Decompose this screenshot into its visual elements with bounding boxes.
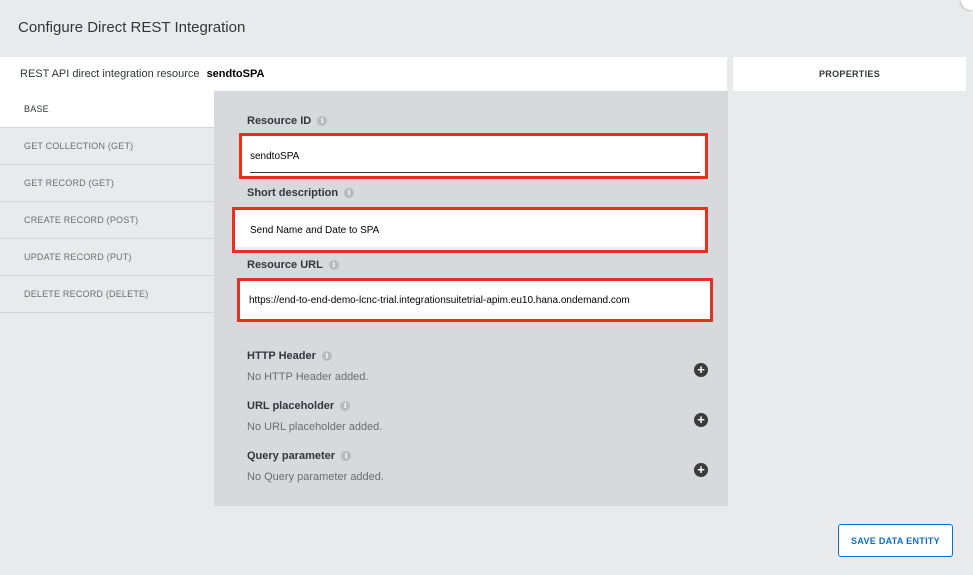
- info-icon[interactable]: i: [340, 401, 351, 411]
- short-description-value: Send Name and Date to SPA: [250, 224, 380, 236]
- dialog-title: Configure Direct REST Integration: [18, 19, 246, 36]
- properties-pane: [733, 91, 966, 506]
- info-icon[interactable]: i: [317, 116, 328, 126]
- close-dialog-corner[interactable]: [961, 0, 973, 10]
- short-description-label-text: Short description: [247, 187, 339, 199]
- resource-bar-value: sendtoSPA: [206, 68, 265, 80]
- short-description-label: Short description i: [247, 187, 355, 199]
- plus-circle-icon[interactable]: +: [694, 363, 708, 377]
- resource-id-value: sendtoSPA: [250, 150, 300, 162]
- http-header-empty: No HTTP Header added.: [247, 371, 369, 383]
- sidebar-item-create-record[interactable]: CREATE RECORD (POST): [0, 202, 214, 239]
- query-parameter-title-text: Query parameter: [247, 450, 336, 462]
- resource-url-input[interactable]: https://end-to-end-demo-lcnc-trial.integ…: [237, 278, 713, 322]
- sidebar-item-get-collection[interactable]: GET COLLECTION (GET): [0, 128, 214, 165]
- resource-bar: REST API direct integration resource sen…: [0, 57, 727, 91]
- resource-bar-label: REST API direct integration resource: [20, 68, 200, 80]
- resource-url-label-text: Resource URL: [247, 259, 323, 271]
- info-icon[interactable]: i: [341, 451, 352, 461]
- resource-id-label: Resource ID i: [247, 115, 328, 127]
- sidebar-item-delete-record[interactable]: DELETE RECORD (DELETE): [0, 276, 214, 313]
- http-header-title: HTTP Header i: [247, 350, 717, 362]
- query-parameter-section: Query parameter i No Query parameter add…: [247, 450, 717, 483]
- plus-circle-icon[interactable]: +: [694, 413, 708, 427]
- plus-circle-icon[interactable]: +: [694, 463, 708, 477]
- sidebar-item-get-record[interactable]: GET RECORD (GET): [0, 165, 214, 202]
- info-icon[interactable]: i: [344, 188, 355, 198]
- http-header-section: HTTP Header i No HTTP Header added. +: [247, 350, 717, 383]
- query-parameter-empty: No Query parameter added.: [247, 471, 384, 483]
- sidebar-item-base[interactable]: BASE: [0, 91, 214, 128]
- resource-id-label-text: Resource ID: [247, 115, 312, 127]
- info-icon[interactable]: i: [321, 351, 332, 361]
- info-icon[interactable]: i: [328, 260, 339, 270]
- sidebar-item-update-record[interactable]: UPDATE RECORD (PUT): [0, 239, 214, 276]
- input-underline: [250, 172, 700, 173]
- sidebar: BASE GET COLLECTION (GET) GET RECORD (GE…: [0, 91, 214, 313]
- url-placeholder-title-text: URL placeholder: [247, 400, 335, 412]
- url-placeholder-section: URL placeholder i No URL placeholder add…: [247, 400, 717, 433]
- resource-url-value: https://end-to-end-demo-lcnc-trial.integ…: [249, 294, 630, 306]
- resource-url-label: Resource URL i: [247, 259, 339, 271]
- query-parameter-title: Query parameter i: [247, 450, 717, 462]
- main-form: Resource ID i sendtoSPA Short descriptio…: [214, 91, 728, 506]
- input-inner-bottom: [235, 247, 705, 250]
- tab-properties[interactable]: PROPERTIES: [733, 57, 966, 91]
- url-placeholder-title: URL placeholder i: [247, 400, 717, 412]
- url-placeholder-empty: No URL placeholder added.: [247, 421, 383, 433]
- http-header-title-text: HTTP Header: [247, 350, 316, 362]
- save-data-entity-button[interactable]: SAVE DATA ENTITY: [838, 524, 953, 557]
- short-description-input[interactable]: Send Name and Date to SPA: [232, 207, 708, 253]
- resource-id-input[interactable]: sendtoSPA: [239, 133, 708, 179]
